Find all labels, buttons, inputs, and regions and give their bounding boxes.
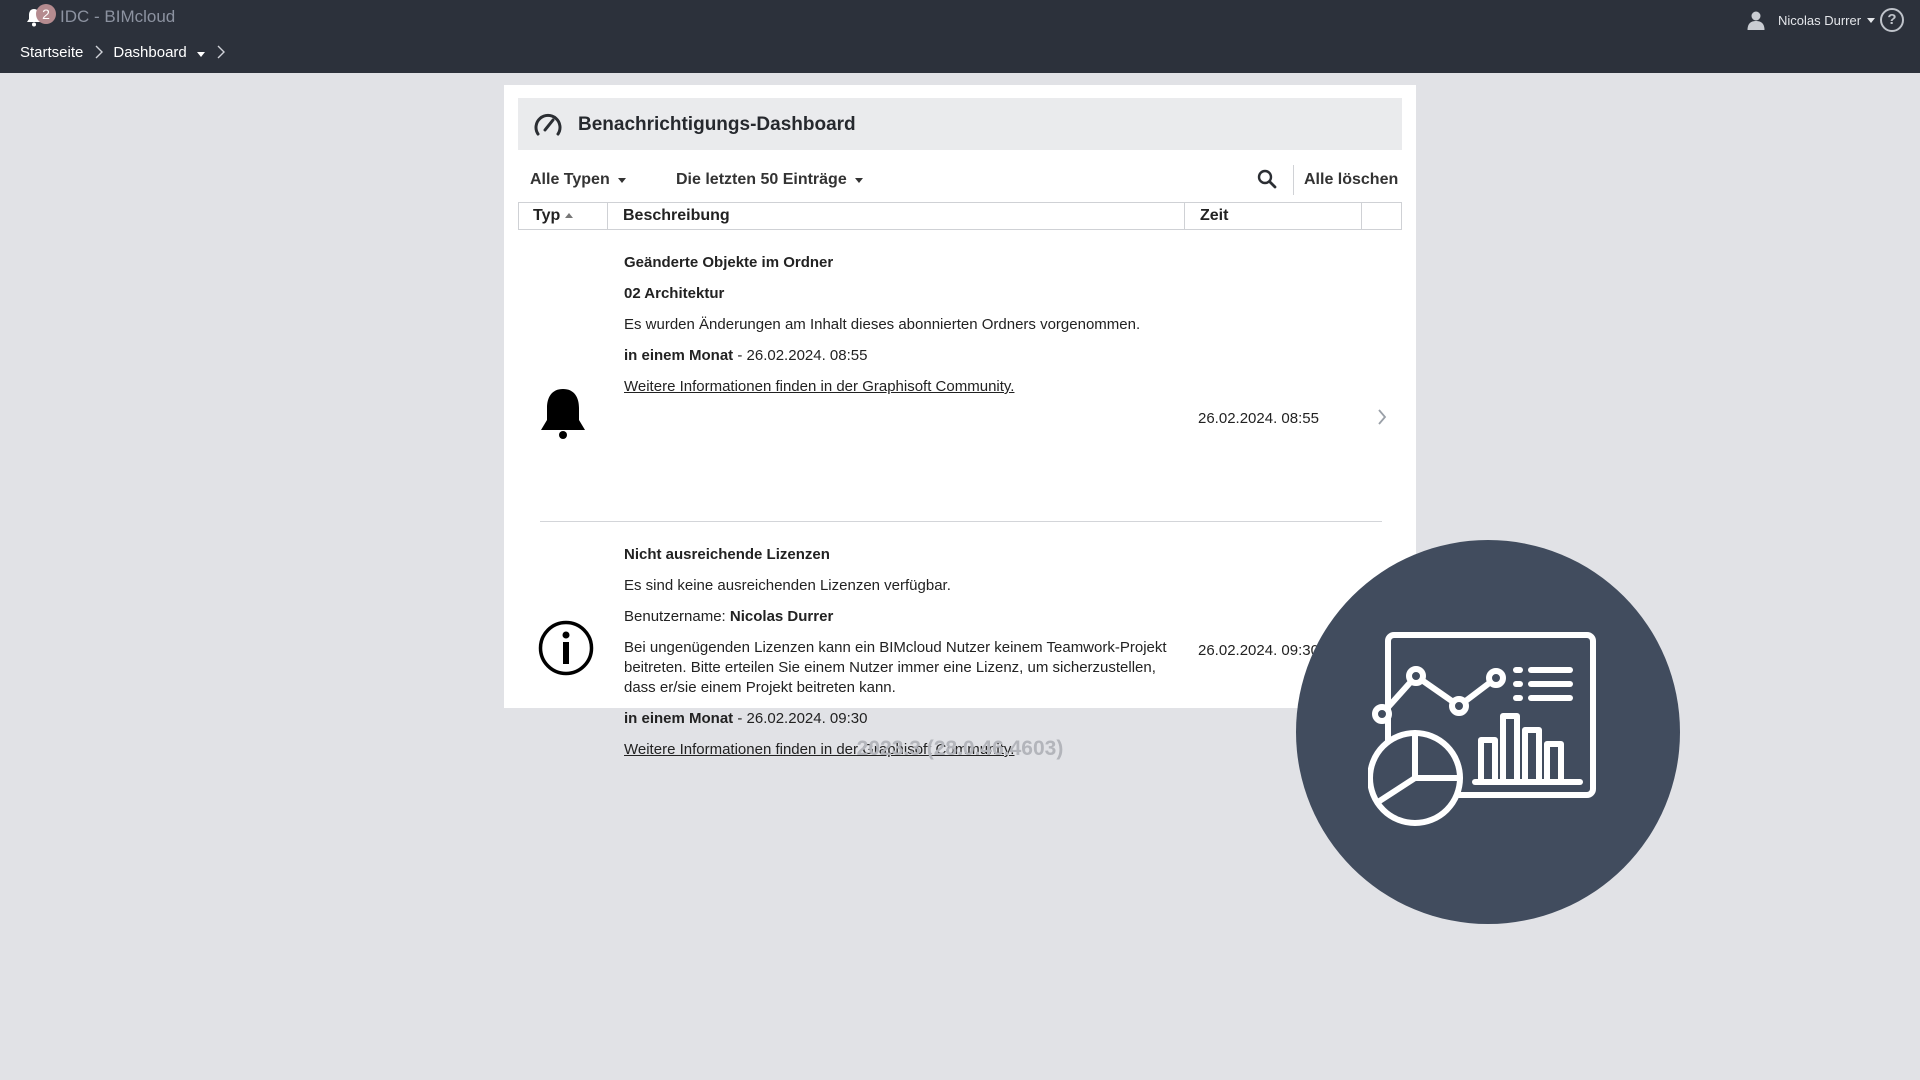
app-title: IDC - BIMcloud (60, 7, 176, 26)
dashboard-analytics-icon (1368, 632, 1596, 826)
column-divider (1361, 203, 1362, 229)
range-filter-label: Die letzten 50 Einträge (676, 171, 847, 188)
user-name: Nicolas Durrer (1778, 12, 1862, 28)
breadcrumb: Startseite Dashboard (20, 40, 235, 64)
chevron-right-icon (95, 45, 104, 59)
overlay-circle (1296, 540, 1680, 924)
column-divider (607, 203, 608, 229)
sort-ascending-icon (565, 213, 574, 218)
notification-title: Geänderte Objekte im Ordner (624, 254, 834, 271)
notification-message: Es sind keine ausreichenden Lizenzen ver… (624, 577, 951, 594)
community-link[interactable]: Weitere Informationen finden in der Grap… (624, 378, 1014, 395)
table-header: Typ Beschreibung Zeit (518, 202, 1402, 230)
notification-title: Nicht ausreichende Lizenzen (624, 546, 830, 563)
column-divider (1184, 203, 1185, 229)
notification-user: Benutzername: Nicolas Durrer (624, 607, 1169, 627)
caret-down-icon (854, 177, 863, 183)
toolbar: Alle Typen Die letzten 50 Einträge Alle … (518, 165, 1402, 195)
info-icon (538, 620, 594, 676)
user-value: Nicolas Durrer (729, 608, 834, 625)
column-header-description[interactable]: Beschreibung (623, 203, 730, 229)
breadcrumb-dashboard-label: Dashboard (113, 43, 187, 61)
column-header-time[interactable]: Zeit (1200, 203, 1228, 229)
user-label: Benutzername: (624, 608, 730, 625)
column-header-type[interactable]: Typ (533, 203, 574, 229)
expiry-label: in einem Monat (624, 710, 734, 727)
chevron-right-icon[interactable] (1377, 408, 1387, 426)
column-header-type-label: Typ (533, 207, 561, 224)
expiry-label: in einem Monat (624, 347, 734, 364)
notification-dashboard-panel: Benachrichtigungs-Dashboard Alle Typen D… (504, 85, 1416, 758)
notification-detail: Bei ungenügenden Lizenzen kann ein BIMcl… (624, 639, 1167, 696)
chevron-right-icon (217, 45, 225, 59)
expiry-date: - 26.02.2024. 08:55 (733, 347, 868, 364)
notification-time: 26.02.2024. 09:30 (1198, 642, 1319, 659)
search-icon (1257, 169, 1277, 189)
caret-down-icon (1867, 17, 1876, 23)
panel-title: Benachrichtigungs-Dashboard (578, 114, 856, 135)
type-filter-dropdown[interactable]: Alle Typen (530, 171, 626, 189)
row-divider (540, 521, 1382, 522)
notification-badge: 2 (36, 4, 56, 24)
notification-expiry: in einem Monat - 26.02.2024. 08:55 (624, 346, 1169, 366)
user-menu[interactable]: Nicolas Durrer (1746, 10, 1876, 30)
type-filter-label: Alle Typen (530, 171, 610, 188)
notification-row[interactable]: Geänderte Objekte im Ordner 02 Architekt… (518, 235, 1402, 515)
notification-folder: 02 Architektur (624, 285, 725, 302)
notification-message: Es wurden Änderungen am Inhalt dieses ab… (624, 316, 1141, 333)
bell-icon (541, 389, 585, 439)
caret-down-icon (617, 177, 626, 183)
notification-description: Geänderte Objekte im Ordner 02 Architekt… (624, 253, 1169, 397)
speedometer-icon (534, 113, 562, 136)
notification-row[interactable]: Nicht ausreichende Lizenzen Es sind kein… (518, 523, 1402, 773)
clear-all-button[interactable]: Alle löschen (1304, 171, 1398, 189)
notifications-button[interactable]: 2 (26, 4, 56, 30)
breadcrumb-dashboard[interactable]: Dashboard (113, 43, 205, 61)
notification-description: Nicht ausreichende Lizenzen Es sind kein… (624, 545, 1169, 760)
caret-down-icon (196, 51, 205, 57)
range-filter-dropdown[interactable]: Die letzten 50 Einträge (676, 171, 863, 189)
user-icon (1747, 11, 1765, 30)
help-button[interactable]: ? (1880, 8, 1904, 32)
breadcrumb-home[interactable]: Startseite (20, 44, 83, 61)
notification-expiry: in einem Monat - 26.02.2024. 09:30 (624, 709, 1169, 729)
notification-time: 26.02.2024. 08:55 (1198, 410, 1319, 427)
toolbar-divider (1293, 165, 1294, 195)
panel-header: Benachrichtigungs-Dashboard (518, 98, 1402, 150)
expiry-date: - 26.02.2024. 09:30 (733, 710, 868, 727)
top-bar: 2 IDC - BIMcloud Startseite Dashboard Ni… (0, 0, 1920, 73)
search-button[interactable] (1257, 169, 1277, 194)
